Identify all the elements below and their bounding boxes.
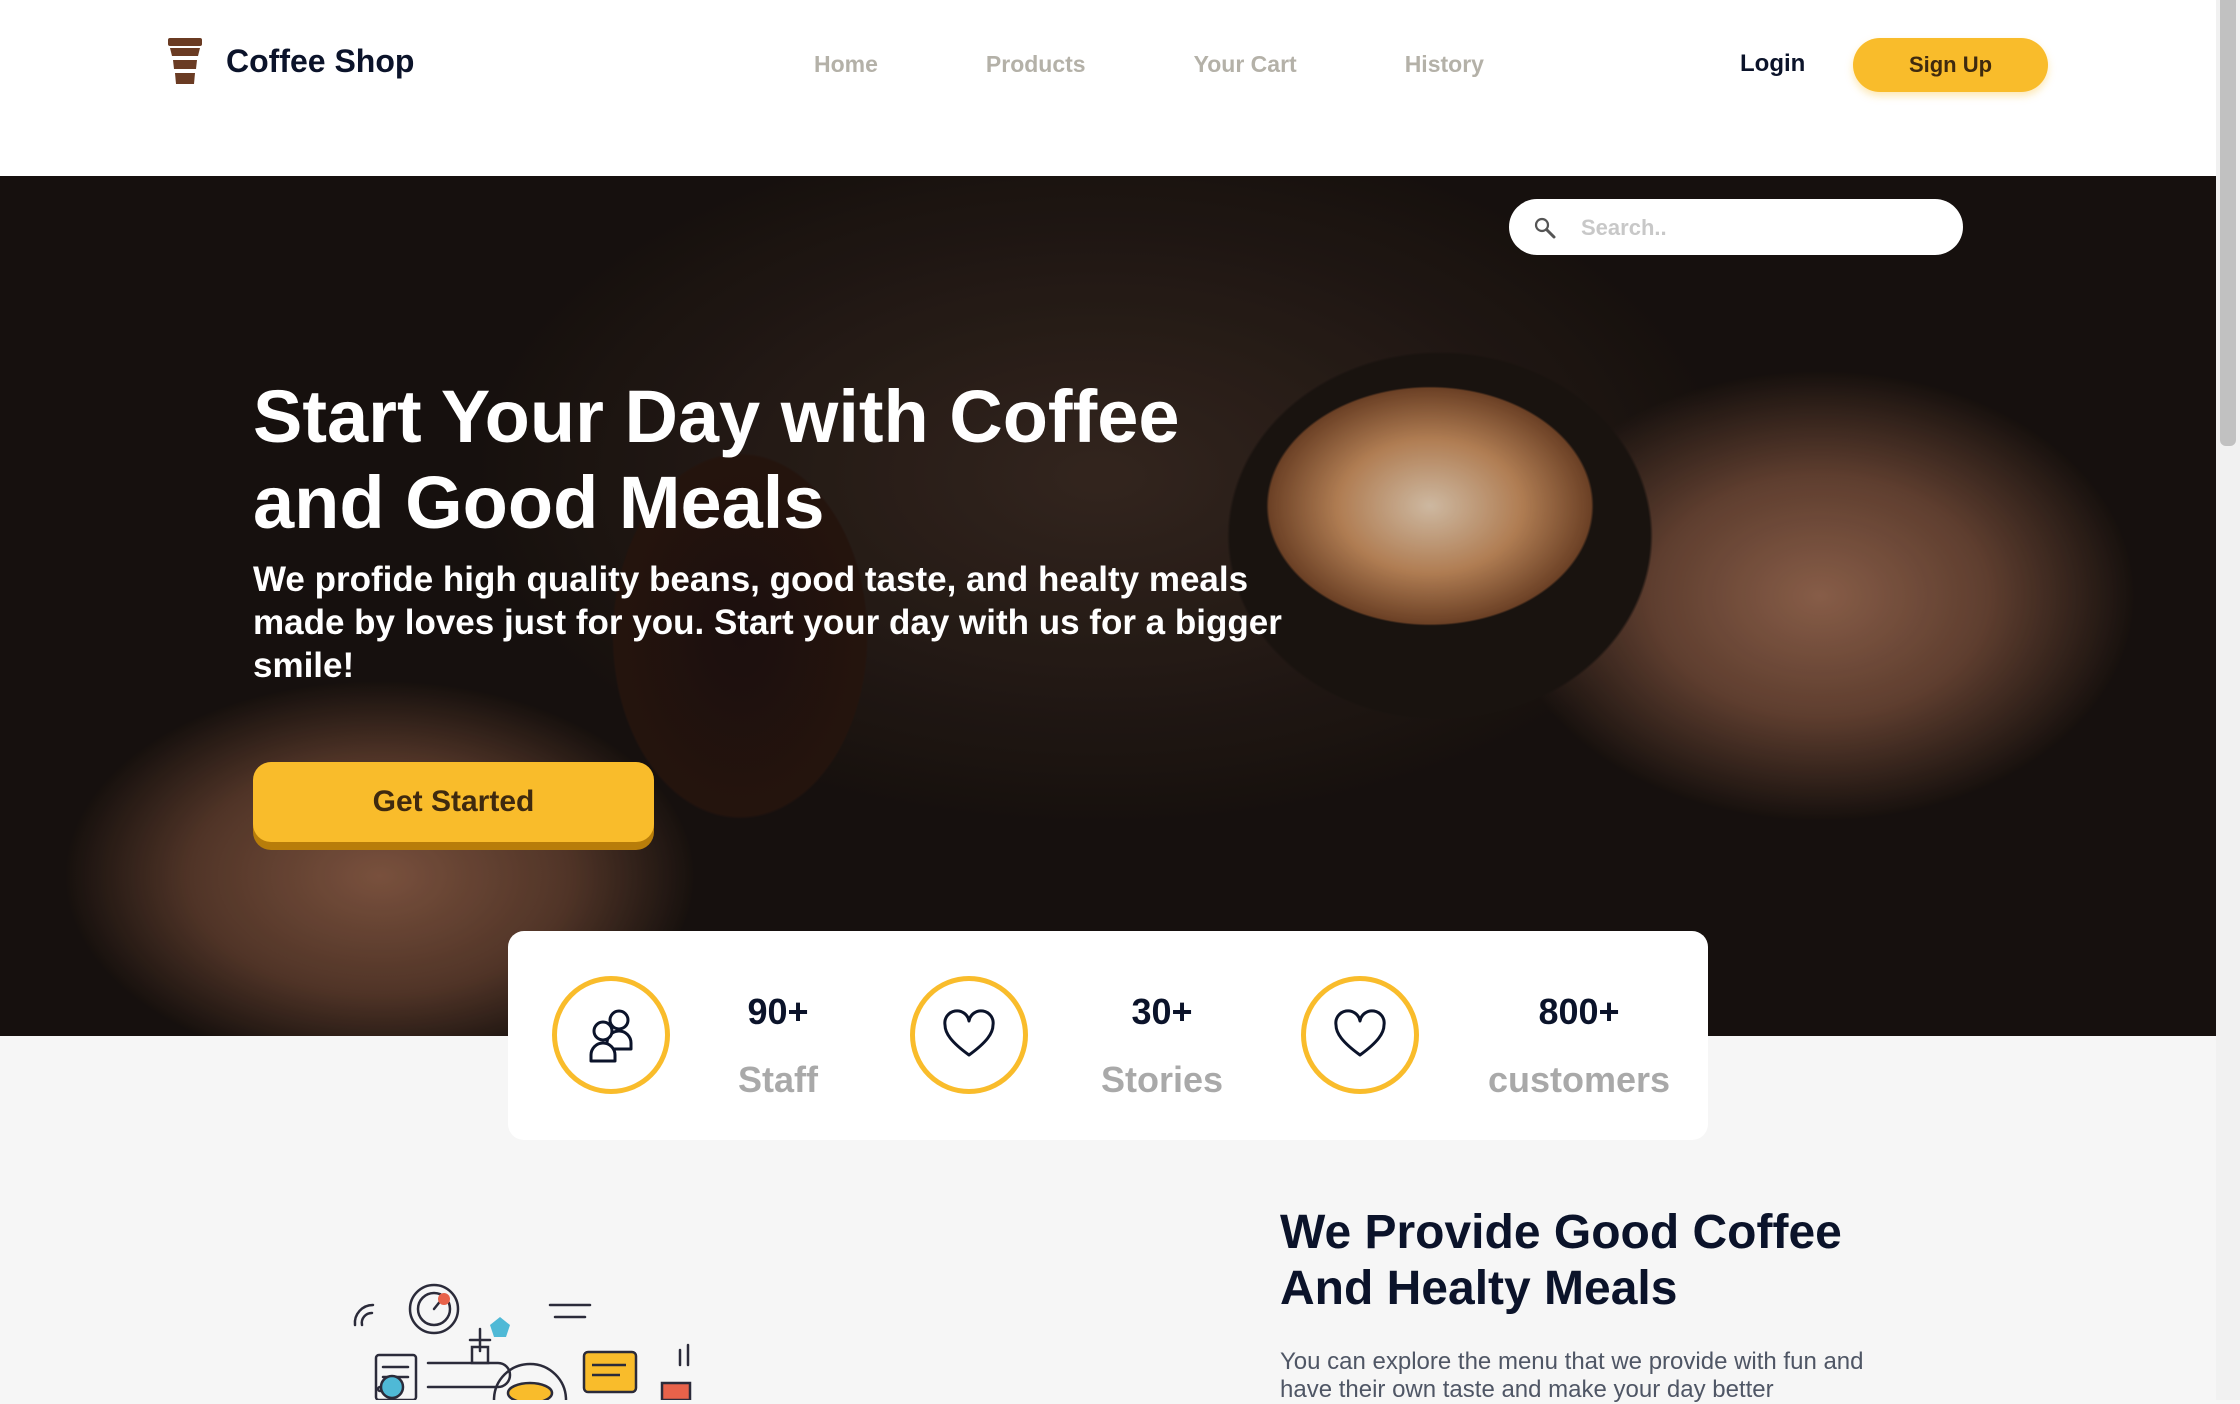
login-link[interactable]: Login	[1740, 50, 1805, 78]
nav-link-home[interactable]: Home	[814, 51, 878, 78]
navbar: Coffee Shop Home Products Your Cart Hist…	[0, 0, 2216, 176]
sign-up-button[interactable]: Sign Up	[1853, 38, 2048, 92]
stat-label-staff: Staff	[738, 1059, 818, 1100]
search-icon	[1534, 217, 1556, 239]
hero-section: Start Your Day with Coffee and Good Meal…	[0, 176, 2216, 1036]
illustration-graphic	[353, 1283, 692, 1400]
main-nav: Home Products Your Cart History	[814, 51, 1484, 78]
brand[interactable]: Coffee Shop	[164, 36, 414, 86]
heart-icon	[1334, 1009, 1386, 1057]
hero-title: Start Your Day with Coffee and Good Meal…	[253, 375, 1180, 544]
about-text: You can explore the menu that we provide…	[1280, 1348, 1864, 1403]
nav-link-your-cart[interactable]: Your Cart	[1194, 51, 1297, 78]
search-input[interactable]	[1579, 199, 1943, 257]
hero-subtitle: We profide high quality beans, good tast…	[253, 560, 1282, 685]
about-title: We Provide Good Coffee And Healty Meals	[1280, 1206, 1842, 1315]
users-icon-circle	[552, 976, 670, 1094]
heart-icon	[943, 1009, 995, 1057]
nav-link-history[interactable]: History	[1405, 51, 1484, 78]
scrollbar-thumb[interactable]	[2220, 0, 2236, 446]
nav-link-products[interactable]: Products	[986, 51, 1086, 78]
coffee-cup-icon	[168, 38, 202, 84]
stat-label-stories: Stories	[1100, 1059, 1224, 1100]
get-started-button[interactable]: Get Started	[253, 762, 654, 842]
heart-icon-circle	[910, 976, 1028, 1094]
page-scrollbar[interactable]	[2216, 0, 2240, 1400]
heart-icon-circle	[1301, 976, 1419, 1094]
users-icon	[589, 1009, 633, 1063]
stat-value-staff: 90+	[747, 991, 809, 1032]
stats-card: 90+ Staff 30+ Stories 800+ customers	[508, 931, 1708, 1140]
brand-name: Coffee Shop	[226, 42, 415, 79]
stat-value-stories: 30+	[1131, 991, 1193, 1032]
coffee-illustration	[280, 1255, 720, 1400]
search-box	[1509, 199, 1963, 257]
stat-value-customers: 800+	[1538, 991, 1620, 1032]
stat-label-customers: customers	[1487, 1059, 1671, 1100]
